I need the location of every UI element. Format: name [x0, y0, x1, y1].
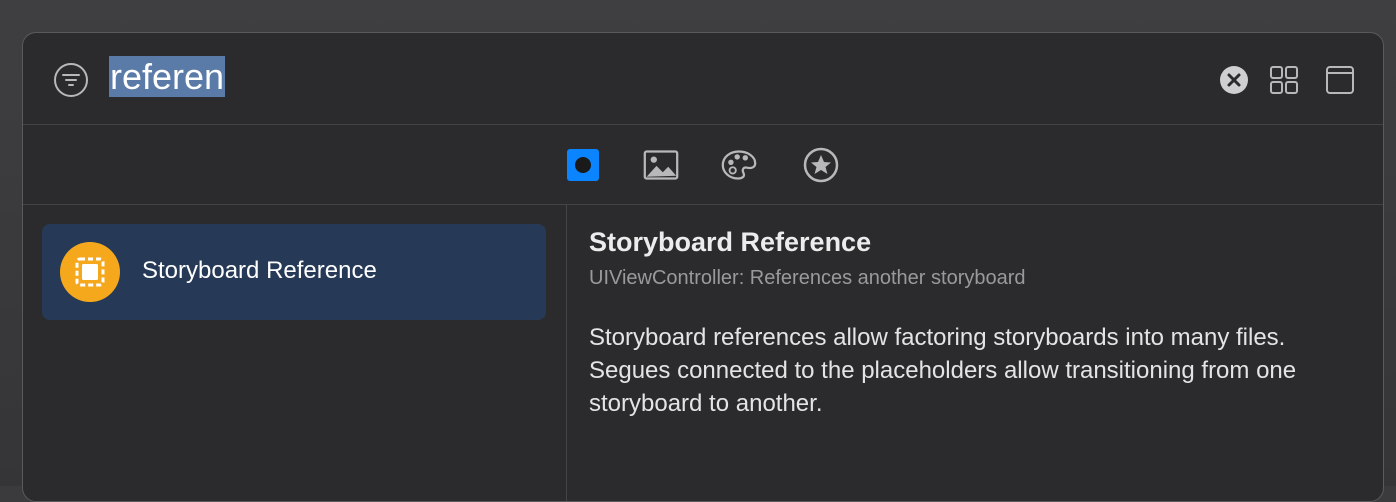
image-icon[interactable]	[643, 147, 679, 183]
search-query-selection: referen	[109, 56, 226, 97]
detail-title: Storyboard Reference	[589, 227, 872, 257]
detail-pane: Storyboard Reference UIViewController: R…	[567, 205, 1383, 501]
filter-icon[interactable]	[53, 62, 89, 98]
list-item-label: Storyboard Reference	[142, 257, 377, 284]
detail-subtitle: UIViewController: References another sto…	[589, 267, 1026, 289]
grid-view-icon[interactable]	[1269, 65, 1299, 95]
library-tabs	[23, 125, 1383, 205]
search-input[interactable]: referen	[109, 53, 226, 101]
palette-icon[interactable]	[721, 147, 757, 183]
results-list: Storyboard Reference	[23, 205, 567, 501]
list-item[interactable]: Storyboard Reference	[42, 224, 546, 320]
favorites-star-icon[interactable]	[803, 147, 839, 183]
detail-description: Storyboard references allow factoring st…	[589, 324, 1297, 417]
clear-search-icon[interactable]	[1219, 65, 1249, 95]
window-layout-icon[interactable]	[1325, 65, 1355, 95]
library-panel: referen Storyboard Reference Storyboard …	[22, 32, 1384, 502]
storyboard-reference-icon	[60, 242, 120, 302]
search-bar: referen	[23, 33, 1383, 125]
objects-icon[interactable]	[565, 147, 601, 183]
